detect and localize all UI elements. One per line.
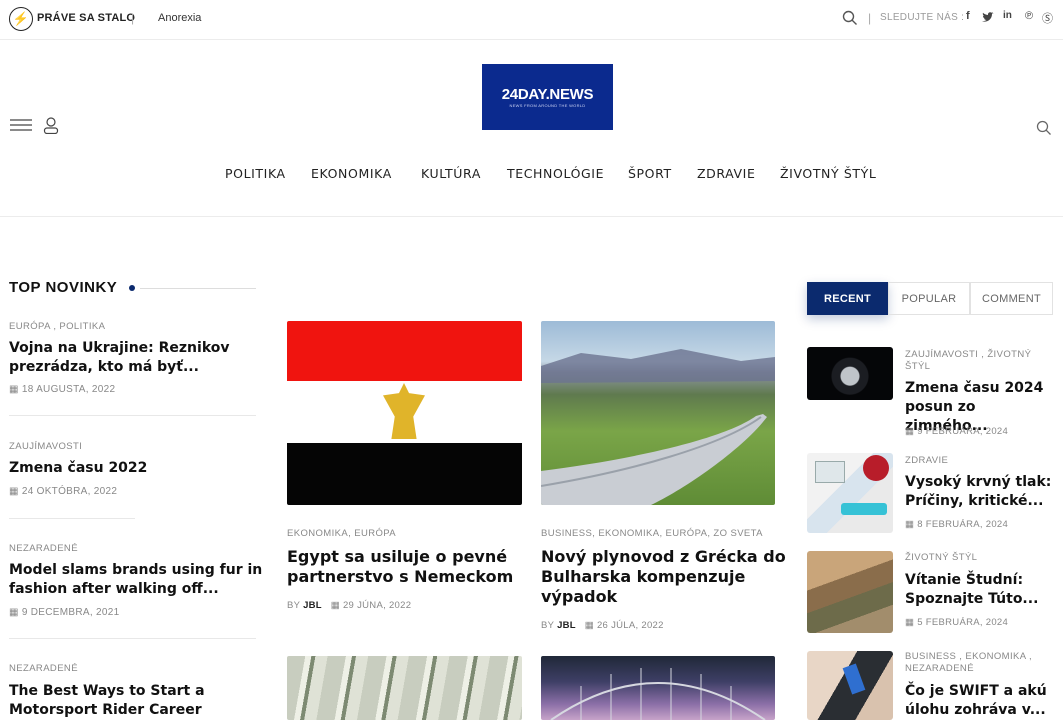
tab-recent[interactable]: RECENT	[807, 282, 888, 315]
recent-category[interactable]: BUSINESS , EKONOMIKA , NEZARADENÉ	[905, 651, 1045, 675]
recent-title[interactable]: Vysoký krvný tlak: Príčiny, kritické...	[905, 473, 1053, 511]
heading-dot	[129, 285, 135, 291]
nav-kultura[interactable]: KULTÚRA	[421, 166, 481, 181]
heading-line	[140, 288, 256, 289]
logo-title: 24DAY.NEWS	[501, 86, 594, 103]
recent-date: ▦ 5 FEBRUÁRA, 2024	[905, 617, 1009, 628]
top-news-date: ▦ 18 AUGUSTA, 2022	[9, 384, 116, 395]
skype-icon[interactable]: Ⓢ	[1042, 10, 1053, 26]
card-meta: BY JBL ▦ 29 JÚNA, 2022	[287, 600, 412, 611]
card-meta: BY JBL ▦ 26 JÚLA, 2022	[541, 620, 664, 631]
well-thumbnail[interactable]	[807, 551, 893, 633]
linkedin-icon[interactable]: in	[1003, 10, 1012, 21]
site-header: 24DAY.NEWS NEWS FROM AROUND THE WORLD PO…	[0, 40, 1063, 217]
breaking-news-link[interactable]: Anorexia	[158, 12, 201, 24]
card-author[interactable]: JBL	[557, 620, 576, 631]
calendar-icon: ▦	[905, 426, 918, 437]
nav-sport[interactable]: ŠPORT	[628, 166, 672, 181]
menu-icon[interactable]	[10, 119, 32, 131]
card-category[interactable]: EKONOMIKA, EURÓPA	[287, 528, 396, 539]
top-news-title[interactable]: Zmena času 2022	[9, 459, 147, 478]
money-image[interactable]	[287, 656, 522, 720]
card-title[interactable]: Bulharska kompenzuje	[541, 567, 745, 587]
recent-category[interactable]: ZAUJÍMAVOSTI , ŽIVOTNÝ ŠTÝL	[905, 349, 1045, 373]
nav-zivotny-styl[interactable]: ŽIVOTNÝ ŠTÝL	[780, 166, 876, 181]
recent-category[interactable]: ŽIVOTNÝ ŠTÝL	[905, 552, 1045, 564]
recent-date: ▦ 8 FEBRUÁRA, 2024	[905, 519, 1009, 530]
nav-technologie[interactable]: TECHNOLÓGIE	[507, 166, 604, 181]
search-icon[interactable]	[842, 10, 858, 26]
card-title[interactable]: výpadok	[541, 587, 617, 607]
lightning-icon: ⚡	[9, 7, 33, 31]
recent-date: ▦ 9 FEBRUÁRA, 2024	[905, 426, 1009, 437]
recent-category[interactable]: ZDRAVIE	[905, 455, 1045, 467]
card-wallet-thumbnail[interactable]	[807, 651, 893, 720]
watch-thumbnail[interactable]	[807, 347, 893, 400]
nav-ekonomika[interactable]: EKONOMIKA	[311, 166, 392, 181]
top-news-category[interactable]: EURÓPA , POLITIKA	[9, 321, 105, 332]
nav-zdravie[interactable]: ZDRAVIE	[697, 166, 755, 181]
recent-title[interactable]: Vítanie Študní: Spoznajte Túto...	[905, 571, 1053, 609]
top-news-title[interactable]: The Best Ways to Start a	[9, 682, 205, 701]
top-news-title[interactable]: Model slams brands using fur in	[9, 561, 262, 580]
pinterest-icon[interactable]: ℗	[1025, 10, 1033, 22]
calendar-icon: ▦	[9, 607, 22, 618]
pipeline-image[interactable]	[541, 321, 775, 505]
card-title[interactable]: partnerstvo s Nemeckom	[287, 567, 513, 587]
tab-popular[interactable]: POPULAR	[888, 282, 970, 315]
calendar-icon: ▦	[9, 486, 22, 497]
user-icon[interactable]	[43, 117, 59, 134]
top-news-date: ▦ 24 OKTÓBRA, 2022	[9, 486, 118, 497]
blood-pressure-thumbnail[interactable]	[807, 453, 893, 533]
top-news-category[interactable]: NEZARADENÉ	[9, 663, 78, 674]
header-search-icon[interactable]	[1036, 120, 1052, 136]
top-news-date: ▦ 9 DECEMBRA, 2021	[9, 607, 120, 618]
top-news-category[interactable]: ZAUJÍMAVOSTI	[9, 441, 82, 452]
calendar-icon: ▦	[905, 617, 918, 628]
calendar-icon: ▦	[905, 519, 918, 530]
calendar-icon: ▦	[9, 384, 22, 395]
calendar-icon: ▦	[584, 620, 597, 631]
breaking-news-label: PRÁVE SA STALO	[37, 12, 136, 24]
card-title[interactable]: Egypt sa usiluje o pevné	[287, 547, 507, 567]
site-logo[interactable]: 24DAY.NEWS NEWS FROM AROUND THE WORLD	[482, 64, 613, 130]
top-news-category[interactable]: NEZARADENÉ	[9, 543, 78, 554]
logo-subtitle: NEWS FROM AROUND THE WORLD	[509, 103, 586, 108]
card-title[interactable]: Nový plynovod z Grécka do	[541, 547, 786, 567]
top-news-title[interactable]: Vojna na Ukrajine: Reznikov	[9, 339, 230, 358]
follow-us-label: SLEDUJTE NÁS :	[880, 12, 965, 23]
building-image[interactable]	[541, 656, 775, 720]
top-bar: ⚡ PRÁVE SA STALO | Anorexia | SLEDUJTE N…	[0, 0, 1063, 40]
recent-title[interactable]: Čo je SWIFT a akú úlohu zohráva v...	[905, 682, 1053, 720]
card-category[interactable]: BUSINESS, EKONOMIKA, EURÓPA, ZO SVETA	[541, 528, 763, 539]
top-news-title[interactable]: Motorsport Rider Career	[9, 701, 202, 720]
top-news-heading: TOP NOVINKY	[9, 279, 118, 296]
calendar-icon: ▦	[330, 600, 343, 611]
twitter-icon[interactable]	[982, 12, 994, 23]
top-news-title[interactable]: fashion after walking off...	[9, 580, 219, 599]
nav-politika[interactable]: POLITIKA	[225, 166, 286, 181]
egypt-flag-image[interactable]	[287, 321, 522, 505]
top-news-title[interactable]: prezrádza, kto má byť...	[9, 358, 199, 377]
card-author[interactable]: JBL	[303, 600, 322, 611]
facebook-icon[interactable]: f	[966, 10, 970, 22]
tab-comment[interactable]: COMMENT	[970, 282, 1053, 315]
